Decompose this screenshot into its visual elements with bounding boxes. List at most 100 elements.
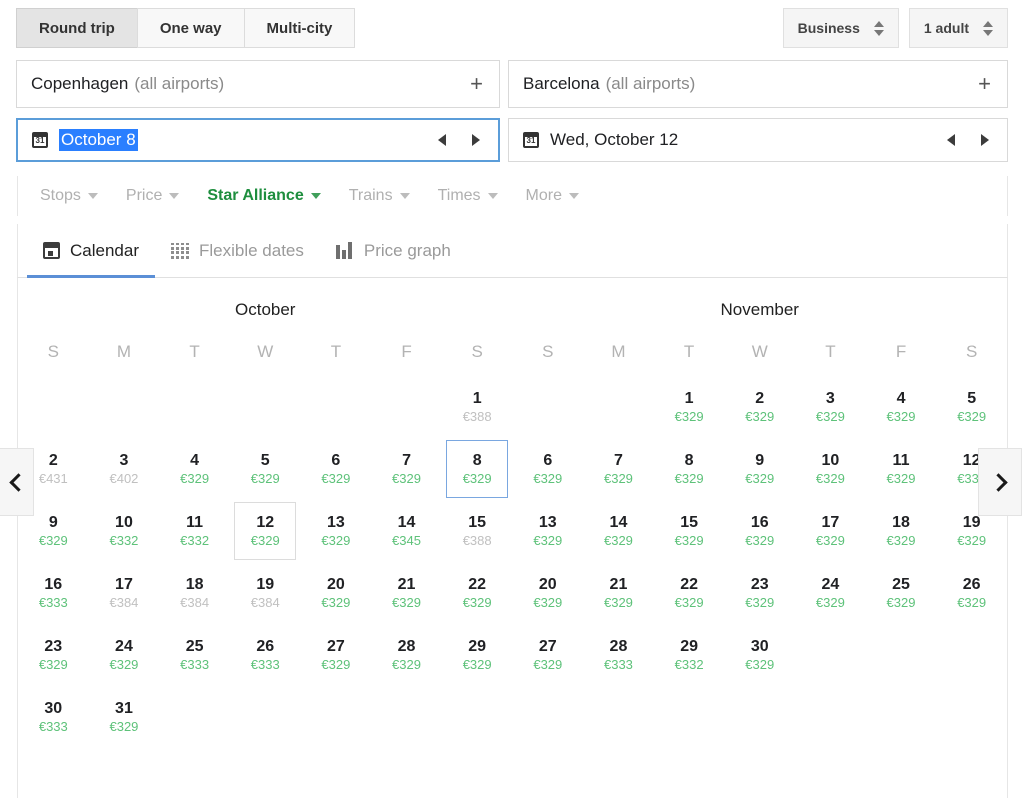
day-cell[interactable]: 21 €329 [583, 562, 654, 624]
day-cell[interactable]: 28 €333 [583, 624, 654, 686]
day-cell-inner[interactable]: 9 €329 [729, 440, 791, 498]
day-cell[interactable]: 10 €329 [795, 438, 866, 500]
passenger-count-selector[interactable]: 1 adult [908, 8, 1008, 48]
day-cell-inner[interactable]: 4 €329 [870, 378, 932, 436]
day-cell[interactable]: 26 €329 [936, 562, 1007, 624]
day-cell[interactable]: 7 €329 [371, 438, 442, 500]
day-cell-inner[interactable]: 17 €384 [93, 564, 155, 622]
day-cell-inner[interactable]: 16 €329 [729, 502, 791, 560]
day-cell-inner[interactable]: 7 €329 [376, 440, 438, 498]
return-prev-day-icon[interactable] [947, 134, 955, 146]
day-cell-inner[interactable]: 17 €329 [799, 502, 861, 560]
day-cell-inner[interactable]: 23 €329 [729, 564, 791, 622]
day-cell[interactable]: 22 €329 [442, 562, 513, 624]
day-cell-inner[interactable]: 8 €329 [446, 440, 509, 498]
day-cell-inner[interactable]: 24 €329 [93, 626, 155, 684]
departure-date-field[interactable]: 31 October 8 [16, 118, 500, 162]
tab-price-graph[interactable]: Price graph [320, 224, 467, 277]
day-cell-inner[interactable]: 27 €329 [305, 626, 367, 684]
day-cell-inner[interactable]: 25 €333 [164, 626, 226, 684]
return-date-field[interactable]: 31 Wed, October 12 [508, 118, 1008, 162]
filter-price[interactable]: Price [112, 187, 193, 205]
previous-months-button[interactable] [0, 448, 34, 516]
day-cell[interactable]: 10 €332 [89, 500, 160, 562]
day-cell-inner[interactable]: 29 €332 [658, 626, 720, 684]
day-cell[interactable]: 2 €329 [724, 376, 795, 438]
day-cell[interactable]: 25 €333 [159, 624, 230, 686]
cabin-class-selector[interactable]: Business [782, 8, 899, 48]
day-cell-inner[interactable]: 14 €329 [587, 502, 649, 560]
up-down-arrows-icon[interactable] [873, 20, 884, 36]
day-cell-inner[interactable]: 11 €332 [164, 502, 226, 560]
day-cell[interactable]: 30 €329 [724, 624, 795, 686]
day-cell[interactable]: 3 €402 [89, 438, 160, 500]
day-cell[interactable]: 17 €384 [89, 562, 160, 624]
day-cell[interactable]: 31 €329 [89, 686, 160, 748]
trip-type-one-way[interactable]: One way [136, 8, 244, 48]
day-cell[interactable]: 12 €329 [230, 500, 301, 562]
day-cell-inner[interactable]: 6 €329 [517, 440, 579, 498]
day-cell[interactable]: 22 €329 [654, 562, 725, 624]
day-cell[interactable]: 15 €329 [654, 500, 725, 562]
day-cell-inner[interactable]: 1 €329 [658, 378, 720, 436]
day-cell[interactable]: 23 €329 [18, 624, 89, 686]
day-cell[interactable]: 18 €329 [866, 500, 937, 562]
origin-field[interactable]: Copenhagen (all airports) + [16, 60, 500, 108]
day-cell-inner[interactable]: 23 €329 [22, 626, 84, 684]
day-cell[interactable]: 30 €333 [18, 686, 89, 748]
day-cell-inner[interactable]: 31 €329 [93, 688, 155, 746]
day-cell[interactable]: 3 €329 [795, 376, 866, 438]
day-cell-inner[interactable]: 18 €384 [164, 564, 226, 622]
day-cell[interactable]: 7 €329 [583, 438, 654, 500]
day-cell[interactable]: 29 €329 [442, 624, 513, 686]
filter-trains[interactable]: Trains [335, 187, 424, 205]
day-cell-inner[interactable]: 21 €329 [587, 564, 649, 622]
return-next-day-icon[interactable] [981, 134, 989, 146]
day-cell[interactable]: 11 €329 [866, 438, 937, 500]
day-cell[interactable]: 21 €329 [371, 562, 442, 624]
day-cell-inner[interactable]: 24 €329 [799, 564, 861, 622]
filter-more[interactable]: More [512, 187, 593, 205]
day-cell[interactable]: 16 €333 [18, 562, 89, 624]
departure-next-day-icon[interactable] [472, 134, 480, 146]
day-cell-inner[interactable]: 5 €329 [941, 378, 1003, 436]
filter-times[interactable]: Times [424, 187, 512, 205]
day-cell[interactable]: 14 €345 [371, 500, 442, 562]
filter-stops[interactable]: Stops [18, 187, 112, 205]
tab-flexible-dates[interactable]: Flexible dates [155, 224, 320, 277]
departure-date-value[interactable]: October 8 [59, 129, 138, 151]
day-cell-inner[interactable]: 30 €329 [729, 626, 791, 684]
day-cell[interactable]: 24 €329 [795, 562, 866, 624]
day-cell[interactable]: 1 €329 [654, 376, 725, 438]
day-cell[interactable]: 27 €329 [301, 624, 372, 686]
day-cell[interactable]: 1 €388 [442, 376, 513, 438]
day-cell[interactable]: 8 €329 [442, 438, 513, 500]
day-cell[interactable]: 25 €329 [866, 562, 937, 624]
return-date-value[interactable]: Wed, October 12 [550, 130, 678, 150]
day-cell-inner[interactable]: 8 €329 [658, 440, 720, 498]
day-cell-inner[interactable]: 20 €329 [517, 564, 579, 622]
day-cell-inner[interactable]: 2 €329 [729, 378, 791, 436]
day-cell-inner[interactable]: 18 €329 [870, 502, 932, 560]
day-cell[interactable]: 6 €329 [513, 438, 584, 500]
day-cell-inner[interactable]: 11 €329 [870, 440, 932, 498]
day-cell[interactable]: 4 €329 [159, 438, 230, 500]
day-cell[interactable]: 9 €329 [724, 438, 795, 500]
day-cell-inner[interactable]: 15 €388 [446, 502, 508, 560]
day-cell[interactable]: 27 €329 [513, 624, 584, 686]
destination-field[interactable]: Barcelona (all airports) + [508, 60, 1008, 108]
day-cell-inner[interactable]: 28 €329 [376, 626, 438, 684]
day-cell[interactable]: 20 €329 [301, 562, 372, 624]
day-cell-inner[interactable]: 5 €329 [234, 440, 296, 498]
day-cell-inner[interactable]: 22 €329 [446, 564, 508, 622]
day-cell[interactable]: 16 €329 [724, 500, 795, 562]
trip-type-round-trip[interactable]: Round trip [16, 8, 137, 48]
day-cell-inner[interactable]: 3 €329 [799, 378, 861, 436]
departure-prev-day-icon[interactable] [438, 134, 446, 146]
day-cell-inner[interactable]: 26 €329 [941, 564, 1003, 622]
day-cell[interactable]: 24 €329 [89, 624, 160, 686]
day-cell-inner[interactable]: 10 €329 [799, 440, 861, 498]
day-cell[interactable]: 8 €329 [654, 438, 725, 500]
day-cell[interactable]: 14 €329 [583, 500, 654, 562]
day-cell-inner[interactable]: 22 €329 [658, 564, 720, 622]
